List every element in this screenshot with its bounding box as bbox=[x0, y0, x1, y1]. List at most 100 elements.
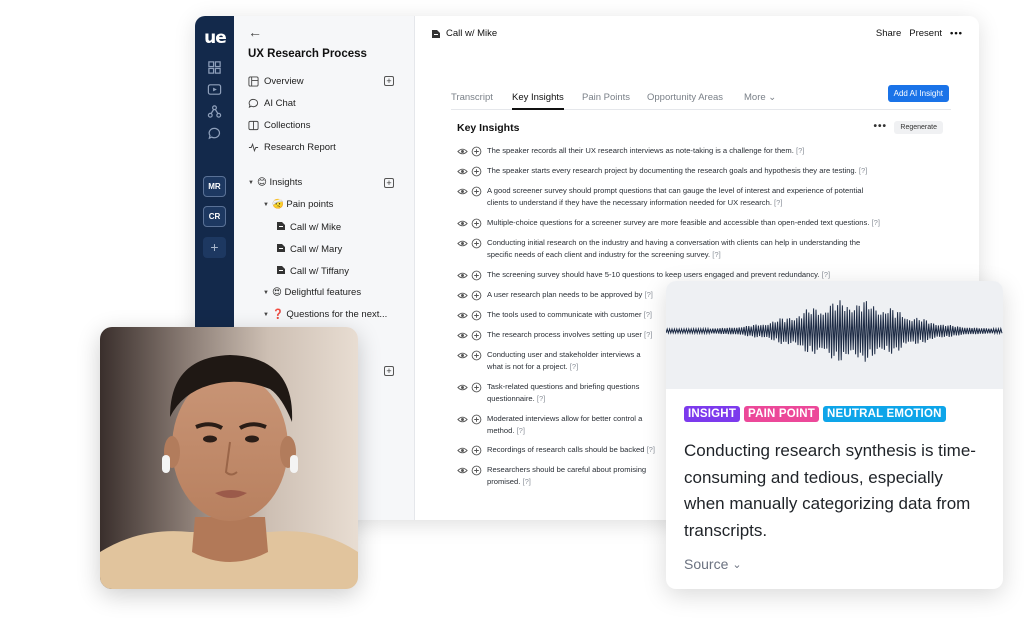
add-circle-icon[interactable] bbox=[471, 330, 482, 341]
chat-icon[interactable] bbox=[207, 126, 222, 141]
citation-link[interactable]: [?] bbox=[772, 198, 782, 207]
insight-text: The research process involves setting up… bbox=[487, 330, 653, 339]
more-options-icon[interactable]: ••• bbox=[950, 28, 963, 39]
citation-link[interactable]: [?] bbox=[641, 310, 652, 319]
network-icon[interactable] bbox=[207, 104, 222, 119]
caret-down-icon[interactable]: ▼ bbox=[248, 180, 254, 186]
citation-link[interactable]: [?] bbox=[869, 218, 880, 227]
avatar-mr[interactable]: MR bbox=[203, 176, 226, 197]
citation-link[interactable]: [?] bbox=[568, 362, 578, 371]
sidebar-item-overview[interactable]: Overview bbox=[248, 76, 304, 87]
regenerate-button[interactable]: Regenerate bbox=[894, 121, 943, 134]
citation-link[interactable]: [?] bbox=[514, 426, 525, 435]
avatar-cr[interactable]: CR bbox=[203, 206, 226, 227]
source-toggle[interactable]: Source ⌄ bbox=[684, 556, 742, 572]
arrow-left-icon[interactable]: ← bbox=[248, 24, 262, 40]
caret-down-icon[interactable]: ▼ bbox=[263, 312, 269, 318]
share-button[interactable]: Share bbox=[876, 28, 901, 39]
add-circle-icon[interactable] bbox=[471, 465, 482, 476]
insight-text: Task-related questions and briefing ques… bbox=[487, 382, 640, 403]
caret-down-icon[interactable]: ▼ bbox=[263, 202, 269, 208]
citation-link[interactable]: [?] bbox=[535, 394, 545, 403]
citation-link[interactable]: [?] bbox=[710, 250, 720, 259]
sidebar-item-delightful-features[interactable]: ▼ 😍 Delightful features bbox=[263, 287, 361, 298]
sidebar-item-ai-chat[interactable]: AI Chat bbox=[248, 98, 296, 109]
insight-row[interactable]: The screening survey should have 5-10 qu… bbox=[457, 269, 937, 281]
eye-icon[interactable] bbox=[457, 238, 468, 249]
sidebar-item-questions[interactable]: ▼ ❓ Questions for the next... bbox=[263, 309, 387, 320]
add-circle-icon[interactable] bbox=[471, 445, 482, 456]
add-circle-icon[interactable] bbox=[471, 238, 482, 249]
insight-row[interactable]: Multiple-choice questions for a screener… bbox=[457, 217, 937, 229]
tab-opportunity-areas[interactable]: Opportunity Areas bbox=[647, 92, 723, 103]
sidebar-item-label: Collections bbox=[264, 120, 311, 131]
sidebar-item-call-tiffany[interactable]: Call w/ Tiffany bbox=[276, 265, 349, 277]
insight-row[interactable]: A good screener survey should prompt que… bbox=[457, 185, 937, 209]
add-circle-icon[interactable] bbox=[471, 166, 482, 177]
add-circle-icon[interactable] bbox=[471, 350, 482, 361]
document-icon bbox=[431, 29, 441, 39]
top-actions: Share Present ••• bbox=[876, 28, 963, 39]
eye-icon[interactable] bbox=[457, 270, 468, 281]
add-overview-button[interactable]: + bbox=[384, 76, 394, 86]
add-section-button[interactable]: + bbox=[384, 366, 394, 376]
insight-text: Researchers should be careful about prom… bbox=[487, 465, 647, 486]
eye-icon[interactable] bbox=[457, 166, 468, 177]
tab-transcript[interactable]: Transcript bbox=[451, 92, 493, 103]
tab-more[interactable]: More ⌄ bbox=[744, 92, 776, 103]
video-icon[interactable] bbox=[207, 82, 222, 97]
citation-link[interactable]: [?] bbox=[644, 445, 655, 454]
logo[interactable]: ue bbox=[202, 26, 228, 50]
eye-icon[interactable] bbox=[457, 330, 468, 341]
eye-icon[interactable] bbox=[457, 310, 468, 321]
eye-icon[interactable] bbox=[457, 414, 468, 425]
section-more-icon[interactable]: ••• bbox=[873, 121, 887, 132]
add-workspace-button[interactable]: + bbox=[203, 237, 226, 258]
eye-icon[interactable] bbox=[457, 146, 468, 157]
sidebar-item-collections[interactable]: Collections bbox=[248, 120, 310, 131]
caret-down-icon[interactable]: ▼ bbox=[263, 290, 269, 296]
sidebar-item-call-mike[interactable]: Call w/ Mike bbox=[276, 221, 341, 233]
tag-insight[interactable]: INSIGHT bbox=[684, 406, 741, 422]
citation-link[interactable]: [?] bbox=[794, 146, 804, 155]
eye-icon[interactable] bbox=[457, 290, 468, 301]
add-circle-icon[interactable] bbox=[471, 146, 482, 157]
tag-pain-point[interactable]: PAIN POINT bbox=[744, 406, 820, 422]
citation-link[interactable]: [?] bbox=[642, 330, 652, 339]
grid-icon[interactable] bbox=[207, 60, 222, 75]
citation-link[interactable]: [?] bbox=[520, 477, 530, 486]
add-circle-icon[interactable] bbox=[471, 270, 482, 281]
eye-icon[interactable] bbox=[457, 465, 468, 476]
add-circle-icon[interactable] bbox=[471, 290, 482, 301]
eye-icon[interactable] bbox=[457, 186, 468, 197]
add-insight-button[interactable]: + bbox=[384, 178, 394, 188]
eye-icon[interactable] bbox=[457, 350, 468, 361]
sidebar-item-pain-points[interactable]: ▼ 🤕 Pain points bbox=[263, 199, 333, 210]
add-circle-icon[interactable] bbox=[471, 186, 482, 197]
sidebar-item-research-report[interactable]: Research Report bbox=[248, 142, 336, 153]
eye-icon[interactable] bbox=[457, 218, 468, 229]
tag-neutral-emotion[interactable]: NEUTRAL EMOTION bbox=[823, 406, 946, 422]
insight-card[interactable]: INSIGHT PAIN POINT NEUTRAL EMOTION Condu… bbox=[666, 281, 1003, 589]
eye-icon[interactable] bbox=[457, 382, 468, 393]
citation-link[interactable]: [?] bbox=[642, 290, 652, 299]
section-title: Key Insights bbox=[457, 122, 520, 134]
insight-row[interactable]: Conducting initial research on the indus… bbox=[457, 237, 937, 261]
citation-link[interactable]: [?] bbox=[820, 270, 830, 279]
tab-key-insights[interactable]: Key Insights bbox=[512, 92, 564, 110]
add-circle-icon[interactable] bbox=[471, 218, 482, 229]
audio-waveform[interactable] bbox=[666, 281, 1003, 389]
add-circle-icon[interactable] bbox=[471, 414, 482, 425]
eye-icon[interactable] bbox=[457, 445, 468, 456]
sidebar-item-insights[interactable]: ▼ 😊 Insights bbox=[248, 177, 302, 188]
add-circle-icon[interactable] bbox=[471, 310, 482, 321]
tab-pain-points[interactable]: Pain Points bbox=[582, 92, 630, 103]
present-button[interactable]: Present bbox=[909, 28, 942, 39]
add-ai-insight-button[interactable]: Add AI Insight bbox=[887, 85, 949, 102]
insight-row[interactable]: The speaker records all their UX researc… bbox=[457, 145, 937, 157]
tab-bar: Transcript Key Insights Pain Points Oppo… bbox=[451, 90, 951, 110]
insight-row[interactable]: The speaker starts every research projec… bbox=[457, 165, 937, 177]
sidebar-item-call-mary[interactable]: Call w/ Mary bbox=[276, 243, 342, 255]
add-circle-icon[interactable] bbox=[471, 382, 482, 393]
citation-link[interactable]: [?] bbox=[857, 166, 867, 175]
